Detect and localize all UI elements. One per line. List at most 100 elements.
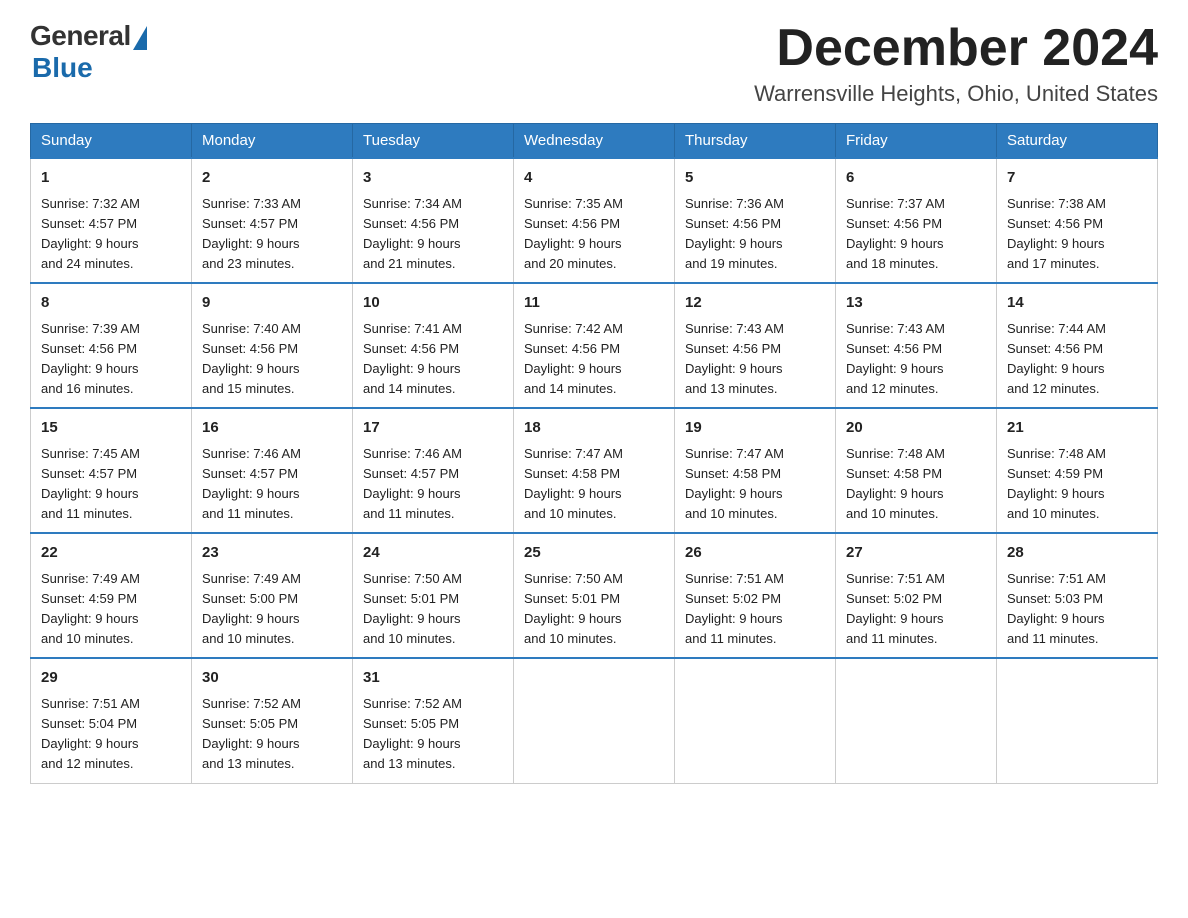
day-number: 24: [363, 542, 503, 565]
day-number: 29: [41, 667, 181, 690]
calendar-day-cell: 13 Sunrise: 7:43 AMSunset: 4:56 PMDayligh…: [836, 283, 997, 408]
day-number: 25: [524, 542, 664, 565]
calendar-header-row: SundayMondayTuesdayWednesdayThursdayFrid…: [31, 124, 1158, 159]
calendar-header-thursday: Thursday: [675, 124, 836, 159]
calendar-day-cell: 4 Sunrise: 7:35 AMSunset: 4:56 PMDaylight…: [514, 158, 675, 283]
calendar-header-monday: Monday: [192, 124, 353, 159]
day-info: Sunrise: 7:39 AMSunset: 4:56 PMDaylight:…: [41, 319, 181, 400]
calendar-week-row: 22 Sunrise: 7:49 AMSunset: 4:59 PMDayligh…: [31, 533, 1158, 658]
location-title: Warrensville Heights, Ohio, United State…: [754, 81, 1158, 107]
day-number: 28: [1007, 542, 1147, 565]
day-info: Sunrise: 7:49 AMSunset: 5:00 PMDaylight:…: [202, 569, 342, 650]
calendar-day-cell: 7 Sunrise: 7:38 AMSunset: 4:56 PMDaylight…: [997, 158, 1158, 283]
calendar-day-cell: 8 Sunrise: 7:39 AMSunset: 4:56 PMDaylight…: [31, 283, 192, 408]
calendar-day-cell: 12Sunrise: 7:43 AMSunset: 4:56 PMDayligh…: [675, 283, 836, 408]
calendar-day-cell: 3 Sunrise: 7:34 AMSunset: 4:56 PMDaylight…: [353, 158, 514, 283]
day-info: Sunrise: 7:47 AMSunset: 4:58 PMDaylight:…: [685, 444, 825, 525]
calendar-day-cell: 26 Sunrise: 7:51 AMSunset: 5:02 PMDayligh…: [675, 533, 836, 658]
day-info: Sunrise: 7:49 AMSunset: 4:59 PMDaylight:…: [41, 569, 181, 650]
day-info: Sunrise: 7:44 AMSunset: 4:56 PMDaylight:…: [1007, 319, 1147, 400]
calendar-header-sunday: Sunday: [31, 124, 192, 159]
day-number: 5: [685, 167, 825, 190]
day-number: 4: [524, 167, 664, 190]
day-number: 16: [202, 417, 342, 440]
day-info: Sunrise: 7:48 AMSunset: 4:58 PMDaylight:…: [846, 444, 986, 525]
day-info: Sunrise: 7:52 AMSunset: 5:05 PMDaylight:…: [202, 694, 342, 775]
calendar-day-cell: [514, 658, 675, 783]
calendar-week-row: 15 Sunrise: 7:45 AMSunset: 4:57 PMDayligh…: [31, 408, 1158, 533]
day-number: 2: [202, 167, 342, 190]
day-number: 23: [202, 542, 342, 565]
calendar-day-cell: 29 Sunrise: 7:51 AMSunset: 5:04 PMDayligh…: [31, 658, 192, 783]
day-number: 13: [846, 292, 986, 315]
day-info: Sunrise: 7:48 AMSunset: 4:59 PMDaylight:…: [1007, 444, 1147, 525]
day-info: Sunrise: 7:50 AMSunset: 5:01 PMDaylight:…: [524, 569, 664, 650]
day-info: Sunrise: 7:33 AMSunset: 4:57 PMDaylight:…: [202, 194, 342, 275]
day-number: 6: [846, 167, 986, 190]
day-info: Sunrise: 7:52 AMSunset: 5:05 PMDaylight:…: [363, 694, 503, 775]
day-info: Sunrise: 7:51 AMSunset: 5:04 PMDaylight:…: [41, 694, 181, 775]
day-number: 31: [363, 667, 503, 690]
calendar-table: SundayMondayTuesdayWednesdayThursdayFrid…: [30, 123, 1158, 783]
day-info: Sunrise: 7:35 AMSunset: 4:56 PMDaylight:…: [524, 194, 664, 275]
day-number: 15: [41, 417, 181, 440]
day-info: Sunrise: 7:32 AMSunset: 4:57 PMDaylight:…: [41, 194, 181, 275]
day-info: Sunrise: 7:41 AMSunset: 4:56 PMDaylight:…: [363, 319, 503, 400]
calendar-day-cell: 9 Sunrise: 7:40 AMSunset: 4:56 PMDaylight…: [192, 283, 353, 408]
calendar-day-cell: 22 Sunrise: 7:49 AMSunset: 4:59 PMDayligh…: [31, 533, 192, 658]
day-info: Sunrise: 7:36 AMSunset: 4:56 PMDaylight:…: [685, 194, 825, 275]
logo: General Blue: [30, 20, 147, 84]
day-info: Sunrise: 7:38 AMSunset: 4:56 PMDaylight:…: [1007, 194, 1147, 275]
day-number: 26: [685, 542, 825, 565]
day-number: 9: [202, 292, 342, 315]
calendar-week-row: 8 Sunrise: 7:39 AMSunset: 4:56 PMDaylight…: [31, 283, 1158, 408]
day-info: Sunrise: 7:43 AMSunset: 4:56 PMDaylight:…: [846, 319, 986, 400]
logo-blue-text: Blue: [32, 52, 93, 84]
day-number: 21: [1007, 417, 1147, 440]
calendar-day-cell: 5 Sunrise: 7:36 AMSunset: 4:56 PMDaylight…: [675, 158, 836, 283]
calendar-day-cell: [836, 658, 997, 783]
day-info: Sunrise: 7:45 AMSunset: 4:57 PMDaylight:…: [41, 444, 181, 525]
calendar-header-saturday: Saturday: [997, 124, 1158, 159]
calendar-day-cell: 11Sunrise: 7:42 AMSunset: 4:56 PMDayligh…: [514, 283, 675, 408]
day-number: 7: [1007, 167, 1147, 190]
day-number: 22: [41, 542, 181, 565]
day-info: Sunrise: 7:42 AMSunset: 4:56 PMDaylight:…: [524, 319, 664, 400]
day-number: 27: [846, 542, 986, 565]
calendar-week-row: 1 Sunrise: 7:32 AMSunset: 4:57 PMDaylight…: [31, 158, 1158, 283]
calendar-day-cell: 30Sunrise: 7:52 AMSunset: 5:05 PMDayligh…: [192, 658, 353, 783]
calendar-day-cell: 16Sunrise: 7:46 AMSunset: 4:57 PMDayligh…: [192, 408, 353, 533]
day-info: Sunrise: 7:40 AMSunset: 4:56 PMDaylight:…: [202, 319, 342, 400]
calendar-day-cell: 15 Sunrise: 7:45 AMSunset: 4:57 PMDayligh…: [31, 408, 192, 533]
day-number: 1: [41, 167, 181, 190]
day-info: Sunrise: 7:46 AMSunset: 4:57 PMDaylight:…: [363, 444, 503, 525]
calendar-day-cell: [997, 658, 1158, 783]
day-number: 20: [846, 417, 986, 440]
month-title: December 2024: [754, 20, 1158, 77]
day-info: Sunrise: 7:37 AMSunset: 4:56 PMDaylight:…: [846, 194, 986, 275]
calendar-day-cell: 1 Sunrise: 7:32 AMSunset: 4:57 PMDaylight…: [31, 158, 192, 283]
calendar-day-cell: 19Sunrise: 7:47 AMSunset: 4:58 PMDayligh…: [675, 408, 836, 533]
day-info: Sunrise: 7:43 AMSunset: 4:56 PMDaylight:…: [685, 319, 825, 400]
day-number: 8: [41, 292, 181, 315]
title-area: December 2024 Warrensville Heights, Ohio…: [754, 20, 1158, 107]
day-number: 3: [363, 167, 503, 190]
day-info: Sunrise: 7:51 AMSunset: 5:02 PMDaylight:…: [846, 569, 986, 650]
day-info: Sunrise: 7:47 AMSunset: 4:58 PMDaylight:…: [524, 444, 664, 525]
day-info: Sunrise: 7:34 AMSunset: 4:56 PMDaylight:…: [363, 194, 503, 275]
calendar-header-wednesday: Wednesday: [514, 124, 675, 159]
calendar-day-cell: [675, 658, 836, 783]
calendar-day-cell: 24 Sunrise: 7:50 AMSunset: 5:01 PMDayligh…: [353, 533, 514, 658]
calendar-day-cell: 27 Sunrise: 7:51 AMSunset: 5:02 PMDayligh…: [836, 533, 997, 658]
day-number: 14: [1007, 292, 1147, 315]
day-number: 18: [524, 417, 664, 440]
calendar-day-cell: 6 Sunrise: 7:37 AMSunset: 4:56 PMDaylight…: [836, 158, 997, 283]
day-info: Sunrise: 7:51 AMSunset: 5:02 PMDaylight:…: [685, 569, 825, 650]
logo-general-text: General: [30, 20, 131, 52]
day-number: 17: [363, 417, 503, 440]
calendar-day-cell: 21 Sunrise: 7:48 AMSunset: 4:59 PMDayligh…: [997, 408, 1158, 533]
calendar-header-tuesday: Tuesday: [353, 124, 514, 159]
day-info: Sunrise: 7:50 AMSunset: 5:01 PMDaylight:…: [363, 569, 503, 650]
calendar-day-cell: 28Sunrise: 7:51 AMSunset: 5:03 PMDayligh…: [997, 533, 1158, 658]
calendar-day-cell: 17 Sunrise: 7:46 AMSunset: 4:57 PMDayligh…: [353, 408, 514, 533]
